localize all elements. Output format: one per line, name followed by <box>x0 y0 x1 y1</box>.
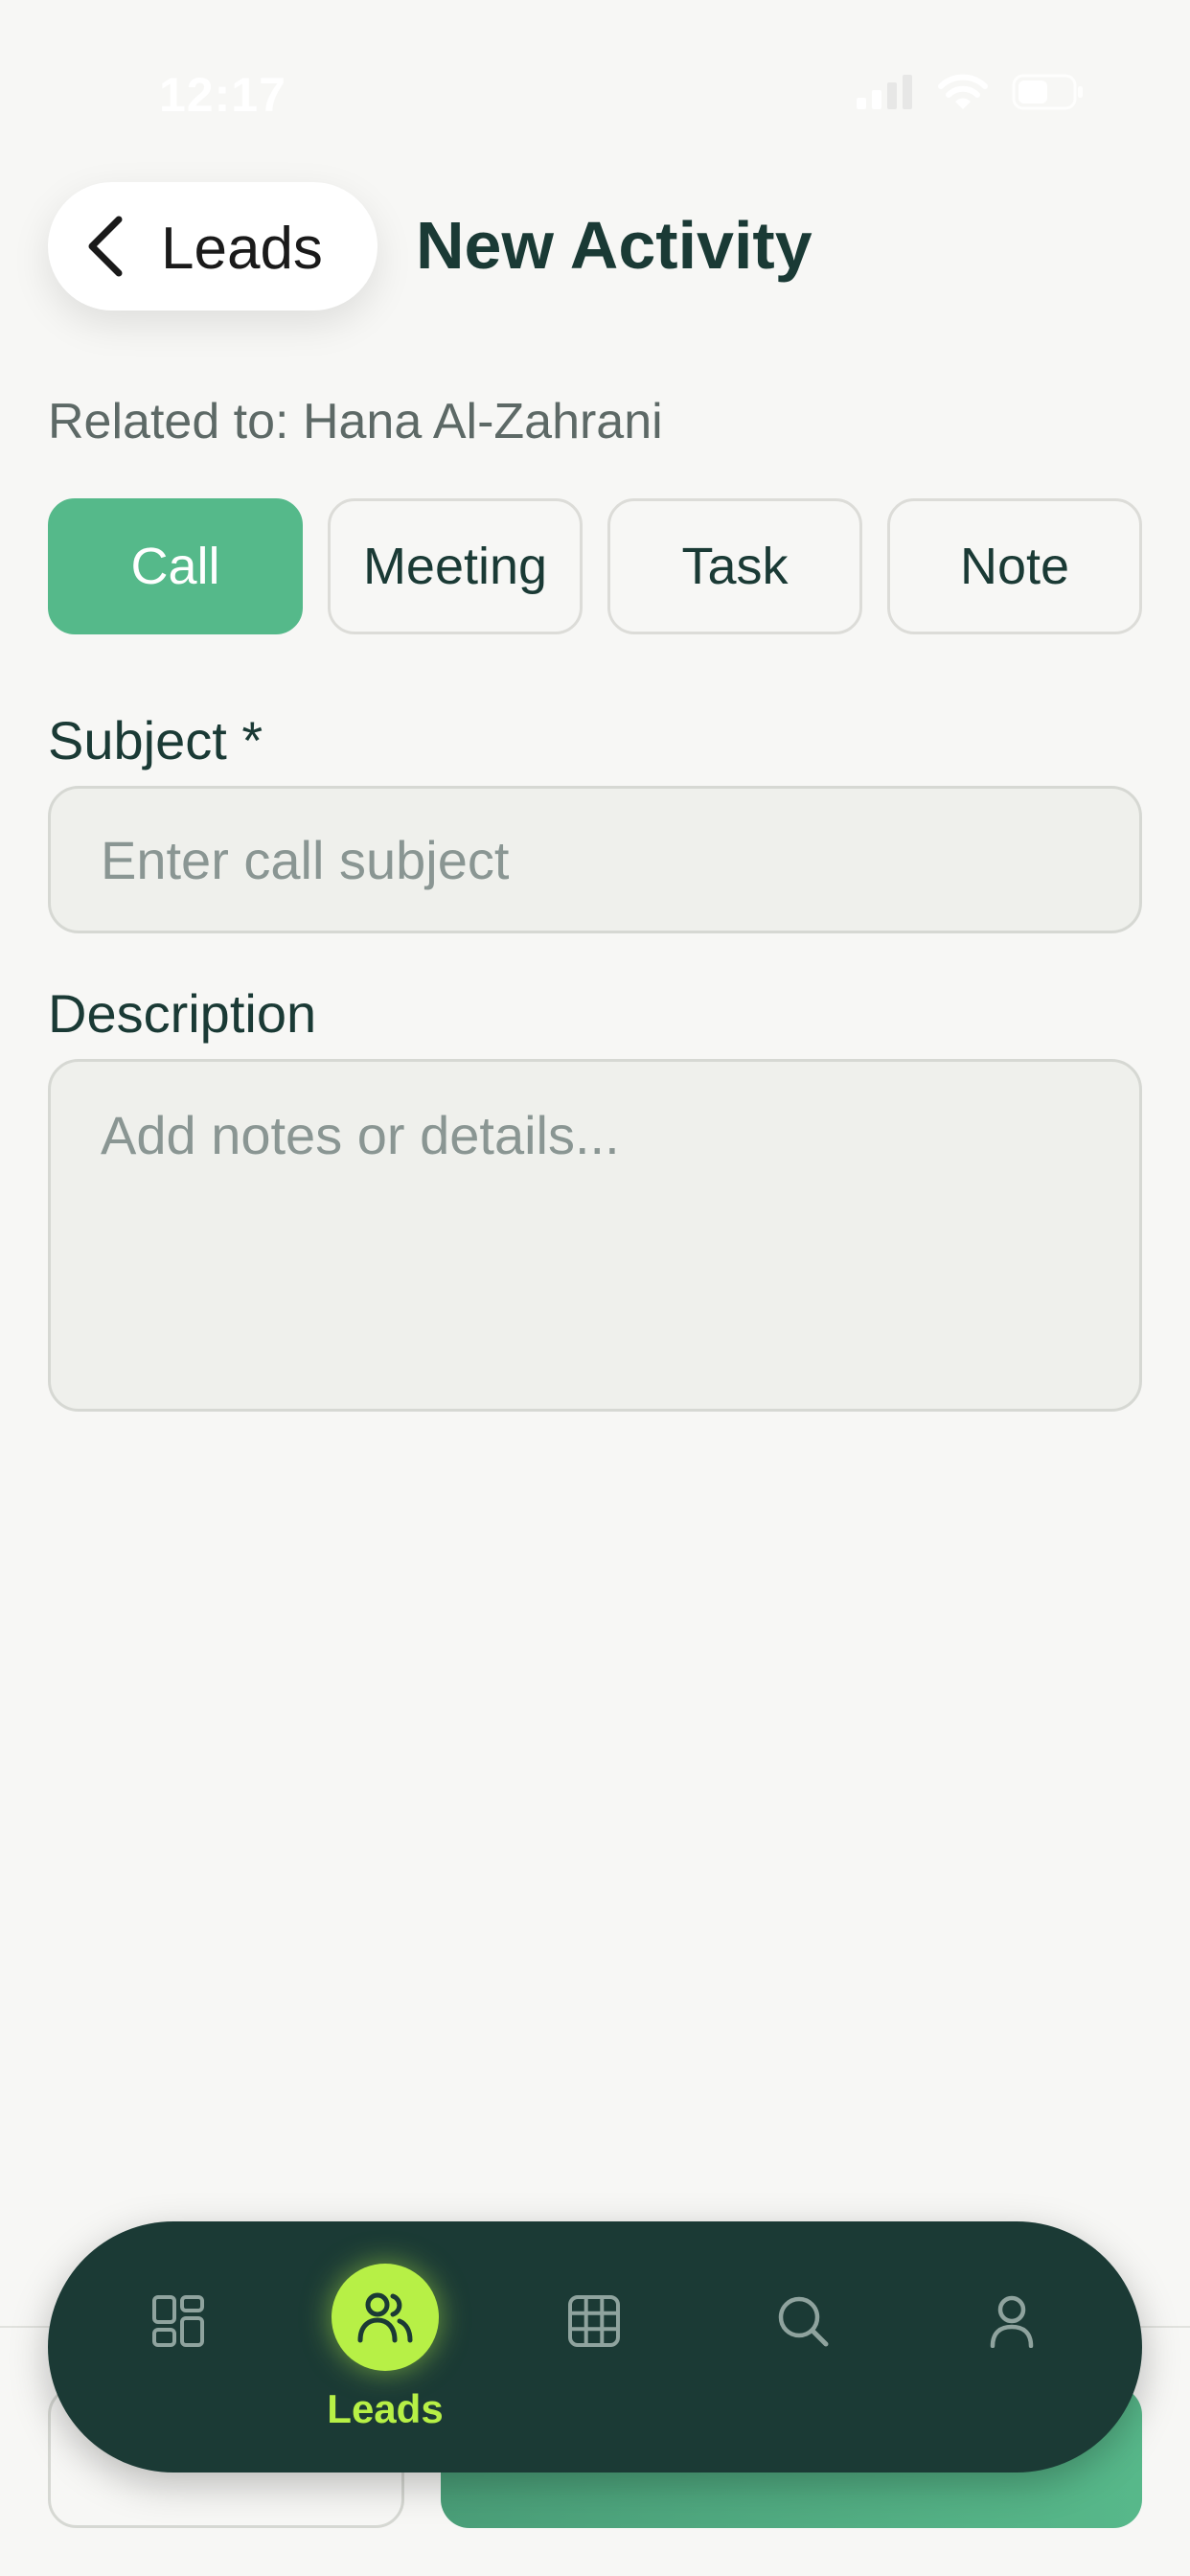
back-to-leads-button[interactable]: Leads <box>48 182 378 310</box>
tab-profile[interactable] <box>935 2221 1088 2472</box>
tab-leads-label: Leads <box>327 2386 444 2431</box>
bottom-tab-bar: Leads <box>48 2221 1142 2472</box>
subject-label: Subject * <box>48 710 263 770</box>
description-input[interactable] <box>48 1059 1142 1412</box>
new-activity-screen: 12:17 Leads New Activity Related to: Han… <box>0 0 1190 2576</box>
wifi-icon <box>937 73 989 116</box>
battery-icon <box>1012 74 1085 115</box>
user-icon <box>990 2295 1034 2348</box>
activity-type-selector: Call Meeting Task Note <box>48 498 1142 634</box>
status-icons <box>857 73 1085 116</box>
back-button-label: Leads <box>161 216 323 282</box>
tab-leads-active-indicator <box>332 2264 439 2371</box>
related-to-text: Related to: Hana Al-Zahrani <box>48 394 663 449</box>
activity-type-meeting-button[interactable]: Meeting <box>328 498 583 634</box>
description-label: Description <box>48 983 317 1044</box>
cellular-signal-icon <box>857 75 914 114</box>
tab-grid[interactable] <box>517 2221 671 2472</box>
users-icon <box>357 2292 413 2343</box>
tab-leads[interactable]: Leads <box>309 2221 462 2472</box>
dashboard-icon <box>152 2295 204 2347</box>
grid-icon <box>568 2295 620 2347</box>
status-time: 12:17 <box>159 68 286 122</box>
subject-input[interactable] <box>48 786 1142 933</box>
page-title: New Activity <box>416 208 812 283</box>
activity-type-note-button[interactable]: Note <box>887 498 1142 634</box>
tab-dashboard[interactable] <box>102 2221 255 2472</box>
status-bar: 12:17 <box>0 0 1190 144</box>
search-icon <box>778 2296 829 2347</box>
activity-type-call-button[interactable]: Call <box>48 498 303 634</box>
tab-search[interactable] <box>726 2221 880 2472</box>
chevron-left-icon <box>88 216 123 277</box>
activity-type-task-button[interactable]: Task <box>607 498 862 634</box>
